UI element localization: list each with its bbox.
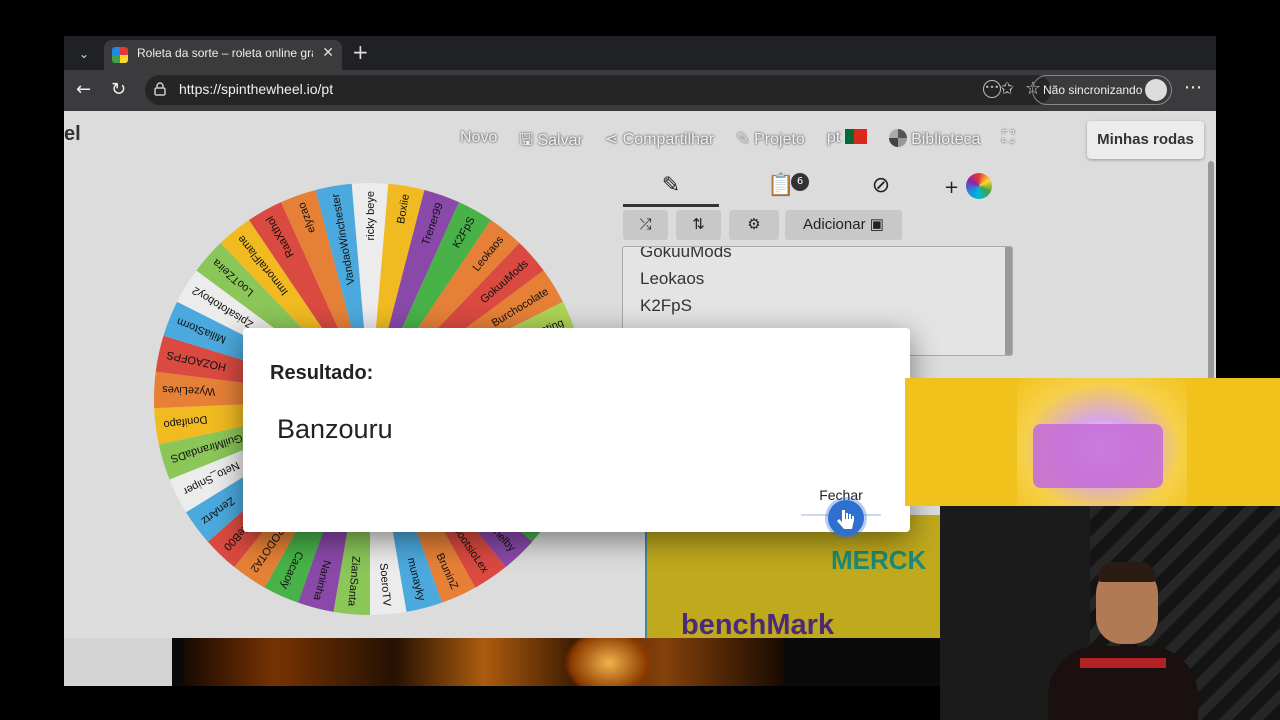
settings-button[interactable]: ⚙ — [729, 210, 779, 240]
eye-off-icon: ⊘ — [871, 173, 891, 198]
nav-biblioteca-label: Biblioteca — [911, 131, 981, 148]
hand-cursor-icon — [828, 500, 864, 536]
active-tab[interactable]: Roleta da sorte – roleta online gratuita… — [104, 40, 342, 70]
editor-tabs: ✎ 📋 6 ⊘ + — [623, 169, 1013, 207]
site-logo[interactable]: el — [64, 123, 81, 146]
gear-icon: ⚙ — [747, 216, 761, 233]
settings-menu-icon[interactable]: ⋯ — [1184, 77, 1202, 98]
list-item: K2FpS — [640, 296, 692, 315]
wheel-label: WyzeLives — [161, 383, 215, 397]
tab-title: Roleta da sorte – roleta online gratuita — [137, 46, 313, 60]
tab-results[interactable]: 📋 6 — [733, 173, 829, 207]
favorites-icon[interactable]: ✩ — [1000, 79, 1014, 99]
tab-edit[interactable]: ✎ — [623, 173, 719, 207]
new-tab-button[interactable]: + — [352, 40, 369, 64]
site-favicon-icon — [112, 47, 128, 63]
avatar — [1145, 79, 1167, 101]
lock-icon — [154, 82, 166, 96]
nav-biblioteca[interactable]: Biblioteca — [888, 129, 981, 156]
wheel-label: ricky beye — [365, 191, 377, 241]
banner-gray-block — [64, 638, 172, 686]
nav-salvar[interactable]: 🖫 Salvar — [519, 129, 582, 156]
tab-bar: ⌄ Roleta da sorte – roleta online gratui… — [64, 36, 1216, 70]
tab-hidden[interactable]: ⊘ — [833, 173, 929, 207]
clipboard-icon: 📋 — [767, 173, 795, 198]
nav-compartilhar-label: Compartilhar — [622, 131, 715, 148]
nav-compartilhar[interactable]: ⋖ Compartilhar — [605, 129, 714, 156]
list-item: Leokaos — [640, 269, 705, 288]
color-wheel-icon — [966, 173, 993, 199]
top-nav: Novo 🖫 Salvar ⋖ Compartilhar ✎ Projeto p… — [460, 129, 1014, 156]
close-tab-icon[interactable]: ✕ — [322, 45, 334, 61]
entries-scrollbar[interactable] — [1005, 247, 1012, 355]
minhas-rodas-button[interactable]: Minhas rodas — [1087, 121, 1204, 159]
nav-projeto-label: Projeto — [754, 131, 805, 148]
webcam-feed — [940, 506, 1280, 720]
fullscreen-icon[interactable]: ⛶ — [1002, 129, 1013, 156]
profile-label: Não sincronizando — [1043, 83, 1143, 97]
merck-logo: MERCK — [831, 545, 927, 575]
result-value: Banzouru — [277, 414, 393, 444]
stream-alert-graphic — [905, 378, 1280, 506]
library-icon — [888, 129, 907, 147]
stream-overlay-banner — [64, 638, 940, 686]
reload-icon[interactable]: ↻ — [111, 79, 126, 100]
nav-salvar-label: Salvar — [537, 132, 583, 149]
benchmark-logo: benchMark — [681, 609, 835, 638]
image-icon: ▣ — [869, 216, 884, 233]
portugal-flag-icon — [844, 129, 867, 144]
sort-button[interactable]: ⇅ — [676, 210, 721, 240]
plus-icon: + — [943, 177, 960, 198]
sort-icon: ⇅ — [692, 216, 705, 233]
add-image-button[interactable]: Adicionar ▣ — [785, 210, 902, 240]
profile-button[interactable]: Não sincronizando — [1032, 75, 1172, 105]
list-item: GokuuMods — [640, 246, 732, 261]
result-dialog: Resultado: Banzouru Fechar — [243, 328, 910, 532]
address-toolbar: ← ↻ https://spinthewheel.io/pt ••• ☆ ✩ N… — [64, 70, 1216, 111]
dialog-title: Resultado: — [270, 362, 374, 384]
shirt-stripe — [1080, 658, 1166, 668]
shuffle-icon: ⤮ — [639, 216, 652, 233]
url-text: https://spinthewheel.io/pt — [179, 81, 334, 97]
lang-label: pt — [826, 129, 841, 146]
more-options-icon[interactable]: ••• — [983, 80, 1001, 98]
tab-list-button[interactable]: ⌄ — [72, 42, 96, 66]
nav-projeto[interactable]: ✎ Projeto — [736, 129, 805, 156]
pencil-icon: ✎ — [661, 173, 681, 198]
shuffle-button[interactable]: ⤮ — [623, 210, 668, 240]
url-field[interactable]: https://spinthewheel.io/pt ••• ☆ — [145, 75, 1051, 105]
back-arrow-icon[interactable]: ← — [76, 79, 91, 100]
nav-language[interactable]: pt — [827, 129, 867, 156]
tab-add-wheel[interactable]: + — [923, 173, 1013, 207]
nav-novo[interactable]: Novo — [460, 129, 497, 156]
banner-art — [184, 638, 784, 686]
add-image-label: Adicionar — [803, 216, 866, 233]
streamer-hair — [1098, 562, 1156, 582]
sun-glow-graphic — [564, 638, 654, 686]
results-count-badge: 6 — [791, 173, 809, 191]
alert-chest-graphic — [1033, 424, 1163, 488]
advertisement[interactable]: MERCK benchMark — [645, 515, 945, 638]
